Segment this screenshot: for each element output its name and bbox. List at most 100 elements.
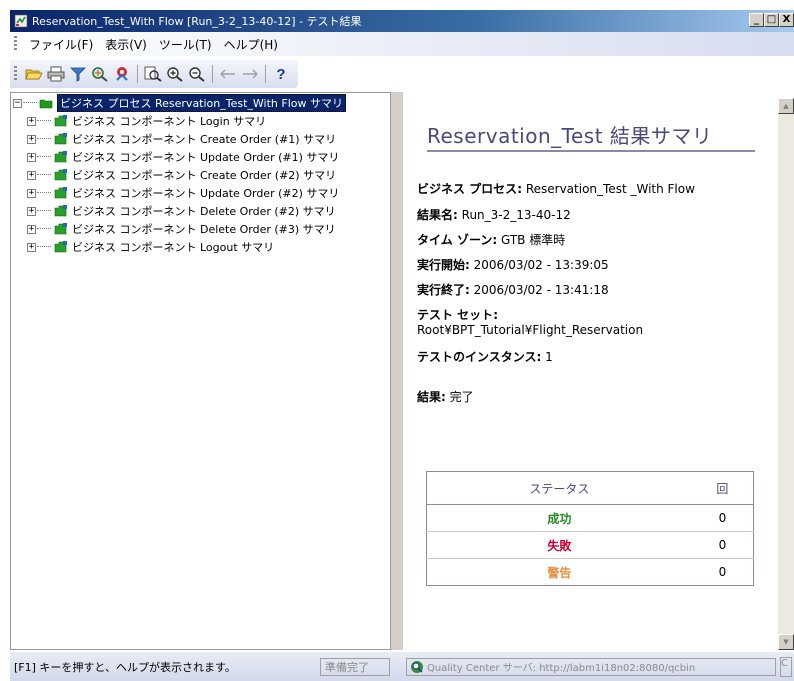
- tree-item[interactable]: + ビジネス コンポーネント Login サマリ: [27, 112, 266, 130]
- business-process-icon: [39, 99, 53, 109]
- tree-item-label[interactable]: ビジネス コンポーネント Create Order (#2) サマリ: [72, 167, 336, 183]
- tree-connector: [37, 228, 51, 230]
- menu-help[interactable]: ヘルプ(H): [218, 36, 284, 53]
- tree-item-label[interactable]: ビジネス コンポーネント Create Order (#1) サマリ: [72, 131, 336, 147]
- pane-splitter[interactable]: [391, 92, 403, 650]
- vertical-scrollbar[interactable]: ▲ ▼: [778, 98, 794, 650]
- tree-connector: [37, 120, 51, 122]
- component-icon: [54, 169, 67, 181]
- filter-icon[interactable]: [68, 64, 88, 84]
- status-bar: [F1] キーを押すと、ヘルプが表示されます。 準備完了 Quality Cen…: [10, 652, 794, 681]
- count-pass: 0: [691, 504, 754, 532]
- expand-toggle[interactable]: +: [27, 188, 36, 198]
- ready-status: 準備完了: [320, 657, 390, 676]
- result-name-label: 結果名: [417, 208, 454, 222]
- back-icon[interactable]: [218, 64, 238, 84]
- test-set-label: テスト セット: [417, 308, 494, 322]
- count-warning: 0: [718, 565, 727, 579]
- test-instance-label: テストのインスタンス: [417, 350, 537, 364]
- tree-root-label[interactable]: ビジネス プロセス Reservation_Test_With Flow サマリ: [57, 94, 346, 112]
- minimize-button[interactable]: _: [749, 13, 764, 27]
- window-controls: _ □ X: [749, 13, 794, 27]
- timezone-label: タイム ゾーン: [417, 233, 493, 247]
- toolbar-separator: [212, 65, 213, 83]
- expand-toggle[interactable]: +: [27, 116, 36, 126]
- result-label: 結果: [417, 390, 442, 404]
- tree-item-label[interactable]: ビジネス コンポーネント Delete Order (#3) サマリ: [72, 221, 336, 237]
- status-pass: 成功: [426, 504, 692, 532]
- tree-connector: [23, 102, 37, 104]
- start-time-label: 実行開始: [417, 258, 466, 272]
- tree-item-label[interactable]: ビジネス コンポーネント Delete Order (#2) サマリ: [72, 203, 336, 219]
- colon: :: [465, 258, 470, 272]
- forward-icon[interactable]: [240, 64, 260, 84]
- status-table-header: ステータス 回: [426, 471, 754, 505]
- menu-tools[interactable]: ツール(T): [153, 36, 218, 53]
- tree-item[interactable]: + ビジネス コンポーネント Update Order (#1) サマリ: [27, 148, 339, 166]
- tree-pane[interactable]: − ビジネス プロセス Reservation_Test_With Flow サ…: [10, 92, 391, 650]
- tree-item[interactable]: + ビジネス コンポーネント Logout サマリ: [27, 238, 274, 256]
- menu-bar: ファイル(F) 表示(V) ツール(T) ヘルプ(H): [10, 32, 794, 56]
- collapse-toggle[interactable]: −: [13, 98, 22, 108]
- close-button[interactable]: X: [779, 13, 794, 27]
- menu-grip[interactable]: [14, 36, 17, 52]
- scroll-up-arrow[interactable]: ▲: [778, 98, 794, 114]
- tree-item-label[interactable]: ビジネス コンポーネント Login サマリ: [72, 113, 266, 129]
- expand-toggle[interactable]: +: [27, 134, 36, 144]
- app-icon: [14, 14, 28, 28]
- quality-center-icon[interactable]: [112, 64, 132, 84]
- component-icon: [54, 187, 67, 199]
- business-process-value: Reservation_Test _With Flow: [525, 182, 695, 196]
- component-icon: [54, 223, 67, 235]
- component-icon: [54, 241, 67, 253]
- zoom-preview-icon[interactable]: [143, 64, 163, 84]
- tree-connector: [37, 138, 51, 140]
- tree-item-label[interactable]: ビジネス コンポーネント Update Order (#1) サマリ: [72, 149, 339, 165]
- tree-item-label[interactable]: ビジネス コンポーネント Update Order (#2) サマリ: [72, 185, 339, 201]
- title-divider: [427, 150, 755, 152]
- quality-center-url: Quality Center サーバ: http://labm1i18n02:8…: [427, 663, 696, 674]
- zoom-out-icon[interactable]: [187, 64, 207, 84]
- tree-item[interactable]: + ビジネス コンポーネント Delete Order (#2) サマリ: [27, 202, 336, 220]
- expand-toggle[interactable]: +: [27, 224, 36, 234]
- report-pane: Reservation_Test 結果サマリ ビジネス プロセス: Reserv…: [403, 98, 794, 650]
- component-icon: [54, 115, 67, 127]
- start-time-value: 2006/03/02 - 13:39:05: [473, 258, 609, 272]
- colon: :: [465, 283, 470, 297]
- result-name-value: Run_3-2_13-40-12: [461, 208, 571, 222]
- menu-view[interactable]: 表示(V): [99, 36, 153, 53]
- menu-file[interactable]: ファイル(F): [23, 36, 99, 53]
- tree-item[interactable]: + ビジネス コンポーネント Delete Order (#3) サマリ: [27, 220, 336, 238]
- tree-item[interactable]: + ビジネス コンポーネント Create Order (#2) サマリ: [27, 166, 336, 184]
- colon: :: [536, 350, 542, 364]
- maximize-button[interactable]: □: [764, 13, 779, 27]
- toolbar-grip[interactable]: [14, 66, 17, 82]
- component-icon: [54, 133, 67, 145]
- status-row-fail: 失敗 0: [426, 531, 754, 559]
- help-icon[interactable]: ?: [271, 64, 291, 84]
- tree-root[interactable]: − ビジネス プロセス Reservation_Test_With Flow サ…: [13, 94, 346, 112]
- open-folder-icon[interactable]: [24, 64, 44, 84]
- expand-toggle[interactable]: +: [27, 242, 36, 252]
- colon: :: [493, 308, 498, 322]
- toolbar-separator: [265, 65, 266, 83]
- tree-item[interactable]: + ビジネス コンポーネント Create Order (#1) サマリ: [27, 130, 336, 148]
- test-set-value: Root¥BPT_Tutorial¥Flight_Reservation: [417, 323, 644, 337]
- test-instance-value: 1: [545, 350, 553, 364]
- quality-center-connection[interactable]: Quality Center サーバ: http://labm1i18n02:8…: [406, 657, 776, 676]
- scroll-down-arrow[interactable]: ▼: [778, 634, 794, 650]
- zoom-in-icon[interactable]: [165, 64, 185, 84]
- tree-item-label[interactable]: ビジネス コンポーネント Logout サマリ: [72, 239, 274, 255]
- expand-toggle[interactable]: +: [27, 206, 36, 216]
- business-process-field: ビジネス プロセス: Reservation_Test _With Flow: [417, 180, 695, 197]
- report-title: Reservation_Test 結果サマリ: [427, 124, 713, 148]
- tree-item[interactable]: + ビジネス コンポーネント Update Order (#2) サマリ: [27, 184, 339, 202]
- status-end-panel: C: [780, 656, 792, 677]
- colon: :: [492, 233, 498, 247]
- find-icon[interactable]: [90, 64, 110, 84]
- print-icon[interactable]: [46, 64, 66, 84]
- expand-toggle[interactable]: +: [27, 152, 36, 162]
- test-instance-field: テストのインスタンス: 1: [417, 348, 553, 365]
- timezone-value: GTB 標準時: [500, 233, 566, 247]
- expand-toggle[interactable]: +: [27, 170, 36, 180]
